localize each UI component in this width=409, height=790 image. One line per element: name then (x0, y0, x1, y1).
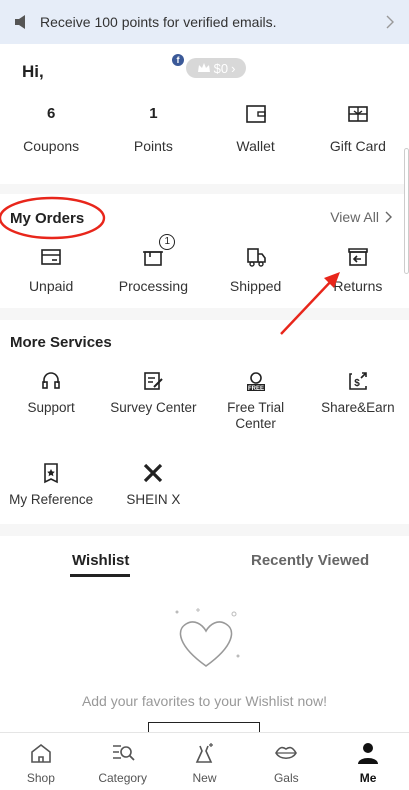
my-orders-panel: My Orders View All Unpaid 1 Processing S… (0, 194, 409, 308)
home-icon (31, 743, 51, 763)
shein-x-label: SHEIN X (126, 492, 181, 507)
gift-card-label: Gift Card (329, 138, 386, 154)
wallet-icon (245, 105, 266, 123)
survey-icon (144, 372, 164, 390)
chevron-right-icon: › (231, 60, 236, 76)
service-shein-x[interactable]: SHEIN X (102, 460, 204, 508)
nav-shop[interactable]: Shop (0, 733, 82, 790)
stat-coupons[interactable]: 6 Coupons (0, 102, 102, 154)
lips-icon (275, 746, 298, 760)
svg-text:$: $ (354, 378, 360, 389)
banner-text: Receive 100 points for verified emails. (40, 14, 277, 30)
view-all-label: View All (330, 209, 379, 225)
order-unpaid[interactable]: Unpaid (0, 244, 102, 294)
returns-icon (348, 248, 368, 266)
tab-recently-viewed[interactable]: Recently Viewed (251, 552, 369, 569)
support-label: Support (27, 400, 75, 415)
nav-category-label: Category (98, 771, 148, 785)
more-services-title: More Services (10, 334, 112, 351)
stat-points[interactable]: 1 Points (102, 102, 204, 154)
nav-category[interactable]: Category (82, 733, 164, 790)
free-badge-text: FREE (248, 386, 264, 392)
nav-shop-label: Shop (26, 771, 55, 785)
shipped-label: Shipped (229, 278, 282, 294)
processing-icon (143, 251, 164, 266)
headset-icon (42, 372, 60, 389)
stat-wallet[interactable]: Wallet (205, 102, 307, 154)
returns-label: Returns (333, 278, 383, 294)
points-count: 1 (149, 105, 158, 122)
stats-row: 6 Coupons 1 Points Wallet Gift Card (0, 102, 409, 154)
active-tab-underline (70, 574, 130, 577)
order-processing[interactable]: 1 Processing (102, 234, 204, 294)
wishlist-empty-text: Add your favorites to your Wishlist now! (81, 693, 328, 709)
coupons-count: 6 (46, 105, 56, 122)
nav-me[interactable]: Me (327, 733, 409, 790)
unpaid-label: Unpaid (28, 278, 74, 294)
sparkle-dress-icon (196, 743, 214, 763)
unpaid-icon (41, 249, 61, 265)
wishlist-panel: Wishlist Recently Viewed Add your favori… (0, 536, 409, 732)
nav-new-label: New (192, 771, 217, 785)
nav-new[interactable]: New (164, 733, 246, 790)
nav-me-label: Me (359, 771, 377, 785)
service-free-trial-center[interactable]: FREE Free Trial Center (205, 368, 307, 432)
empty-heart-icon (175, 608, 240, 667)
order-returns[interactable]: Returns (307, 244, 409, 294)
service-support[interactable]: Support (0, 368, 102, 432)
go-shopping-button[interactable] (148, 722, 260, 732)
greeting: Hi, (22, 62, 44, 81)
nav-gals-label: Gals (273, 771, 299, 785)
tab-wishlist[interactable]: Wishlist (72, 552, 129, 569)
view-all-link[interactable]: View All (330, 209, 393, 225)
free-trial-icon: FREE (246, 372, 265, 392)
profile-panel: Hi, f $0 › 6 Coupons 1 Points Wallet Gif… (0, 44, 409, 184)
truck-icon (246, 248, 266, 267)
verify-email-banner[interactable]: Receive 100 points for verified emails. (0, 0, 409, 44)
share-earn-label: Share&Earn (321, 400, 395, 415)
speaker-icon (15, 15, 25, 29)
more-services-panel: More Services Support Survey Center FREE… (0, 320, 409, 524)
free-trial-center-label: Free Trial Center (227, 400, 285, 431)
chevron-right-icon[interactable] (383, 15, 397, 29)
service-share-earn[interactable]: $ Share&Earn (307, 368, 409, 432)
reference-icon (44, 463, 58, 484)
membership-pill[interactable]: $0 › (186, 58, 246, 78)
crown-icon (197, 63, 210, 72)
processing-label: Processing (118, 278, 188, 294)
my-orders-title: My Orders (10, 210, 85, 227)
coupons-label: Coupons (23, 138, 80, 154)
service-my-reference[interactable]: My Reference (0, 460, 102, 508)
gift-card-icon (348, 106, 368, 122)
category-search-icon (112, 745, 135, 761)
share-earn-icon: $ (349, 372, 367, 390)
chevron-right-icon (385, 211, 392, 223)
points-label: Points (133, 138, 173, 154)
person-icon (358, 743, 379, 764)
wallet-label: Wallet (236, 138, 275, 154)
survey-center-label: Survey Center (110, 400, 197, 415)
stat-gift-card[interactable]: Gift Card (307, 102, 409, 154)
order-shipped[interactable]: Shipped (205, 244, 307, 294)
nav-gals[interactable]: Gals (245, 733, 327, 790)
service-survey-center[interactable]: Survey Center (102, 368, 204, 432)
membership-amount: $0 (213, 60, 229, 76)
bottom-nav: Shop Category New Gals Me (0, 732, 409, 790)
my-reference-label: My Reference (9, 492, 94, 507)
scrollbar[interactable] (404, 148, 409, 274)
facebook-icon: f (172, 54, 184, 66)
shein-x-icon (144, 463, 163, 483)
